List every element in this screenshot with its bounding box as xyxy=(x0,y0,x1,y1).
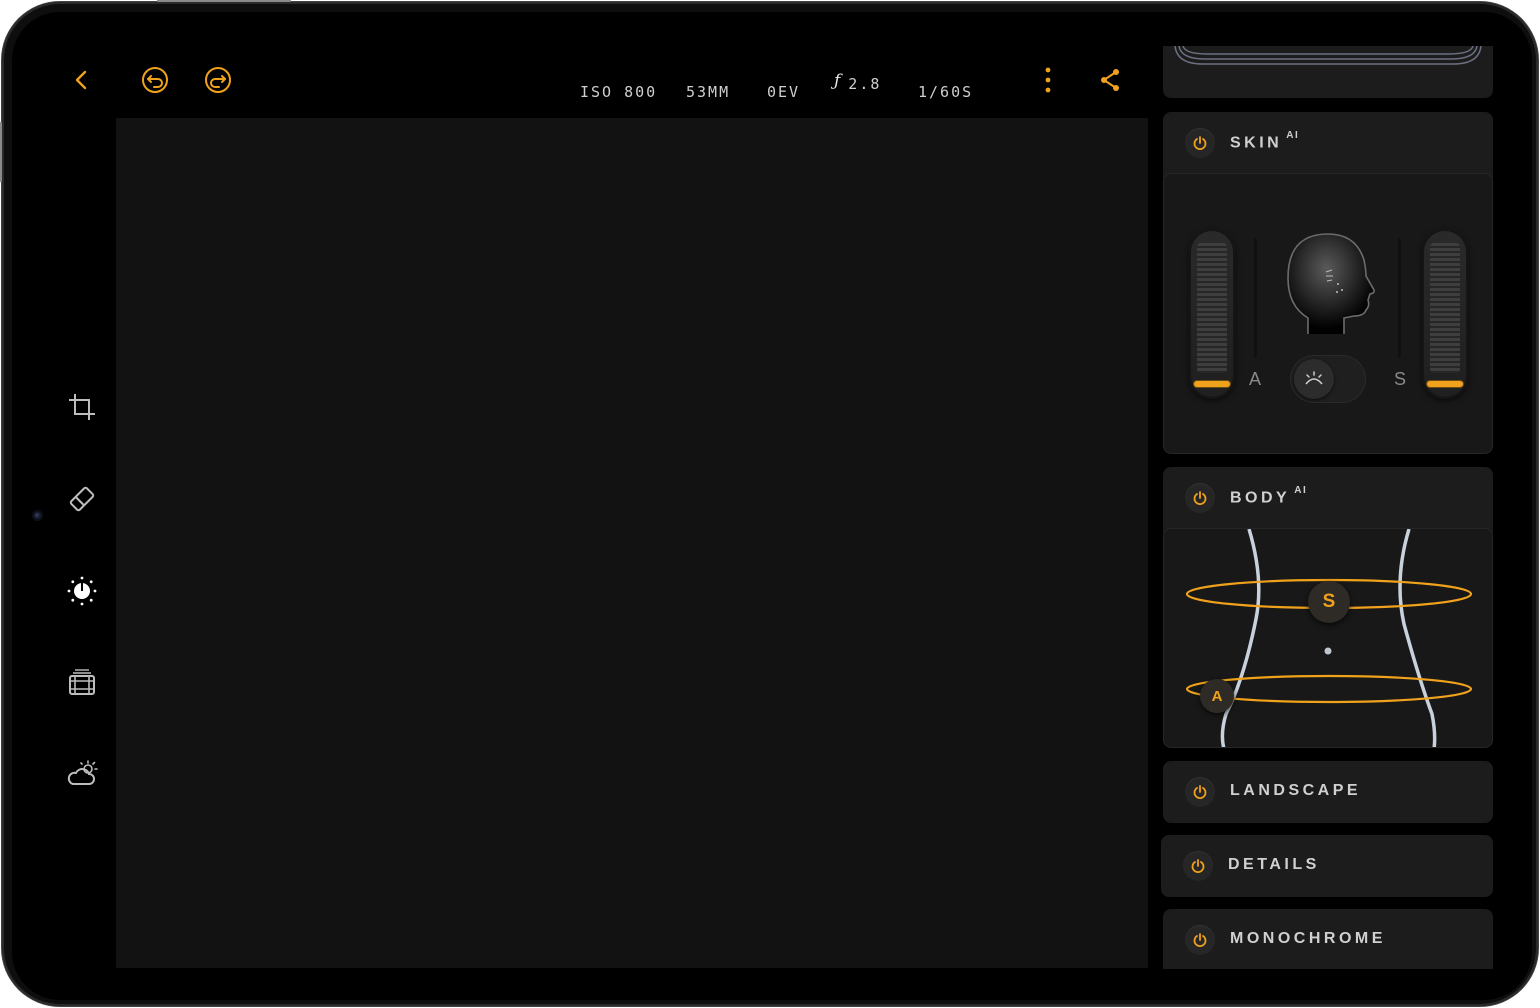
body-handle-s[interactable]: S xyxy=(1308,581,1350,623)
body-silhouette xyxy=(1185,529,1473,747)
focal-length-readout[interactable]: 53MM xyxy=(686,74,730,110)
top-button xyxy=(157,0,291,2)
previous-panel-preview[interactable] xyxy=(1163,46,1493,98)
details-power-button[interactable] xyxy=(1183,851,1213,881)
eraser-icon[interactable] xyxy=(62,479,102,519)
monochrome-panel[interactable]: MONOCHROME xyxy=(1163,909,1493,969)
shutter-readout[interactable]: 1/60S xyxy=(918,74,973,110)
skin-a-track xyxy=(1254,238,1257,358)
front-camera xyxy=(32,510,43,521)
details-panel[interactable]: DETAILS xyxy=(1161,835,1493,897)
skin-power-button[interactable] xyxy=(1185,128,1215,158)
skin-mode-toggle[interactable] xyxy=(1290,355,1366,403)
body-handle-a[interactable]: A xyxy=(1200,679,1234,713)
back-icon[interactable] xyxy=(64,62,100,98)
skin-a-slider-knob[interactable] xyxy=(1194,381,1230,387)
body-power-button[interactable] xyxy=(1185,483,1215,513)
landscape-panel[interactable]: LANDSCAPE xyxy=(1163,761,1493,823)
aperture-readout[interactable]: ƒ 2.8 xyxy=(834,71,882,110)
skin-s-track xyxy=(1398,238,1401,358)
screen: ISO 800 53MM 0EV ƒ 2.8 1/60S SKIN AI A S… xyxy=(12,12,1532,1000)
body-panel-body: S A xyxy=(1163,528,1493,748)
more-vertical-icon[interactable] xyxy=(1030,62,1066,98)
body-panel-header[interactable]: BODY AI xyxy=(1163,467,1493,533)
side-button xyxy=(0,122,2,182)
skin-title: SKIN AI xyxy=(1230,130,1300,152)
skin-ai-badge: AI xyxy=(1286,130,1300,141)
skin-mode-toggle-thumb[interactable] xyxy=(1294,359,1334,399)
skin-s-slider-knob[interactable] xyxy=(1427,381,1463,387)
share-icon[interactable] xyxy=(1092,62,1128,98)
crop-icon[interactable] xyxy=(62,387,102,427)
adjust-dial-icon[interactable] xyxy=(62,571,102,611)
skin-s-label: S xyxy=(1394,369,1407,389)
aperture-symbol: ƒ xyxy=(834,71,843,91)
aperture-value: 2.8 xyxy=(848,75,882,93)
photo-canvas[interactable] xyxy=(116,118,1148,968)
landscape-power-button[interactable] xyxy=(1185,777,1215,807)
skin-a-slider[interactable] xyxy=(1189,229,1235,399)
redo-icon[interactable] xyxy=(200,62,236,98)
skin-panel-header[interactable]: SKIN AI xyxy=(1163,112,1493,178)
skin-s-slider[interactable] xyxy=(1422,229,1468,399)
undo-icon[interactable] xyxy=(137,62,173,98)
face-profile-icon xyxy=(1282,226,1378,343)
skin-a-label: A xyxy=(1249,369,1262,389)
iso-readout[interactable]: ISO 800 xyxy=(580,74,657,110)
monochrome-power-button[interactable] xyxy=(1185,925,1215,955)
tablet-frame: ISO 800 53MM 0EV ƒ 2.8 1/60S SKIN AI A S… xyxy=(0,0,1538,1006)
details-title: DETAILS xyxy=(1228,856,1320,873)
skin-panel-body: A S xyxy=(1163,173,1493,454)
film-icon[interactable] xyxy=(62,663,102,703)
exposure-readout[interactable]: 0EV xyxy=(767,74,800,110)
body-ai-badge: AI xyxy=(1294,485,1308,496)
monochrome-title: MONOCHROME xyxy=(1230,930,1386,947)
body-title: BODY AI xyxy=(1230,485,1308,507)
weather-icon[interactable] xyxy=(62,755,102,795)
landscape-title: LANDSCAPE xyxy=(1230,782,1362,799)
